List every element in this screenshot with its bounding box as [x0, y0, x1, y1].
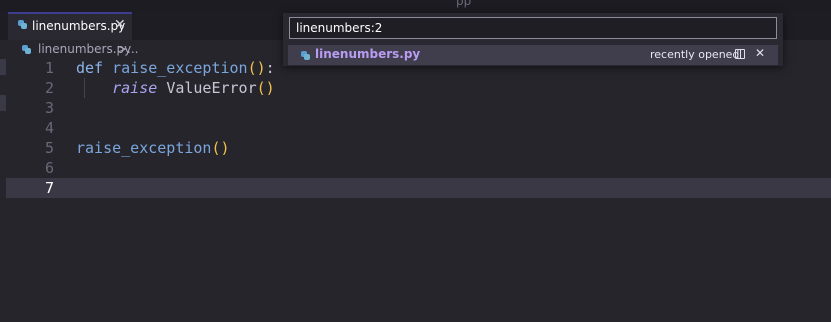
- function-name-token: raise_exception: [112, 59, 248, 77]
- python-file-icon: [18, 20, 27, 29]
- paren-token: (): [256, 79, 275, 97]
- remove-result-icon[interactable]: ✕: [755, 46, 765, 60]
- line-number: 5: [44, 139, 54, 157]
- quick-open-input[interactable]: linenumbers:2: [289, 17, 777, 39]
- tab-close-icon[interactable]: ✕: [114, 17, 126, 33]
- line-number: 4: [44, 119, 54, 137]
- current-code-line[interactable]: 7: [6, 178, 831, 198]
- code-line[interactable]: 2 raise ValueError(): [6, 78, 831, 98]
- line-number: 7: [44, 179, 54, 197]
- line-number: 6: [44, 159, 54, 177]
- colon-token: :: [265, 59, 275, 77]
- code-editor[interactable]: 1 def raise_exception(): 2 raise ValueEr…: [6, 58, 831, 322]
- function-name-token: raise_exception: [76, 139, 212, 157]
- line-number: 2: [44, 79, 54, 97]
- keyword-token: def: [76, 59, 104, 77]
- code-line[interactable]: 3: [6, 98, 831, 118]
- python-file-icon: [22, 45, 31, 54]
- python-file-icon: [301, 51, 310, 60]
- breadcrumb-separator: >: [117, 42, 128, 56]
- paren-token: (): [211, 139, 230, 157]
- quick-open-result[interactable]: linenumbers.py recently opened ✕: [288, 45, 778, 65]
- code-line[interactable]: 4: [6, 118, 831, 138]
- code-line[interactable]: 5 raise_exception(): [6, 138, 831, 158]
- quick-open-widget: linenumbers:2 linenumbers.py recently op…: [283, 13, 783, 66]
- open-to-side-icon[interactable]: [735, 49, 745, 59]
- line-number: 1: [44, 59, 54, 77]
- title-bar: pp: [0, 0, 831, 12]
- result-label: linenumbers.py: [315, 47, 421, 61]
- code-line[interactable]: 6: [6, 158, 831, 178]
- tab-label: linenumbers.py: [32, 19, 126, 33]
- title-fragment: pp: [456, 0, 472, 8]
- tab-linenumbers[interactable]: linenumbers.py ✕: [8, 12, 132, 40]
- keyword-token: raise: [112, 79, 158, 97]
- name-token: ValueError: [166, 79, 257, 97]
- breadcrumb-more[interactable]: ...: [127, 42, 138, 56]
- paren-token: (): [247, 59, 266, 77]
- result-description: recently opened: [650, 48, 740, 61]
- line-number: 3: [44, 99, 54, 117]
